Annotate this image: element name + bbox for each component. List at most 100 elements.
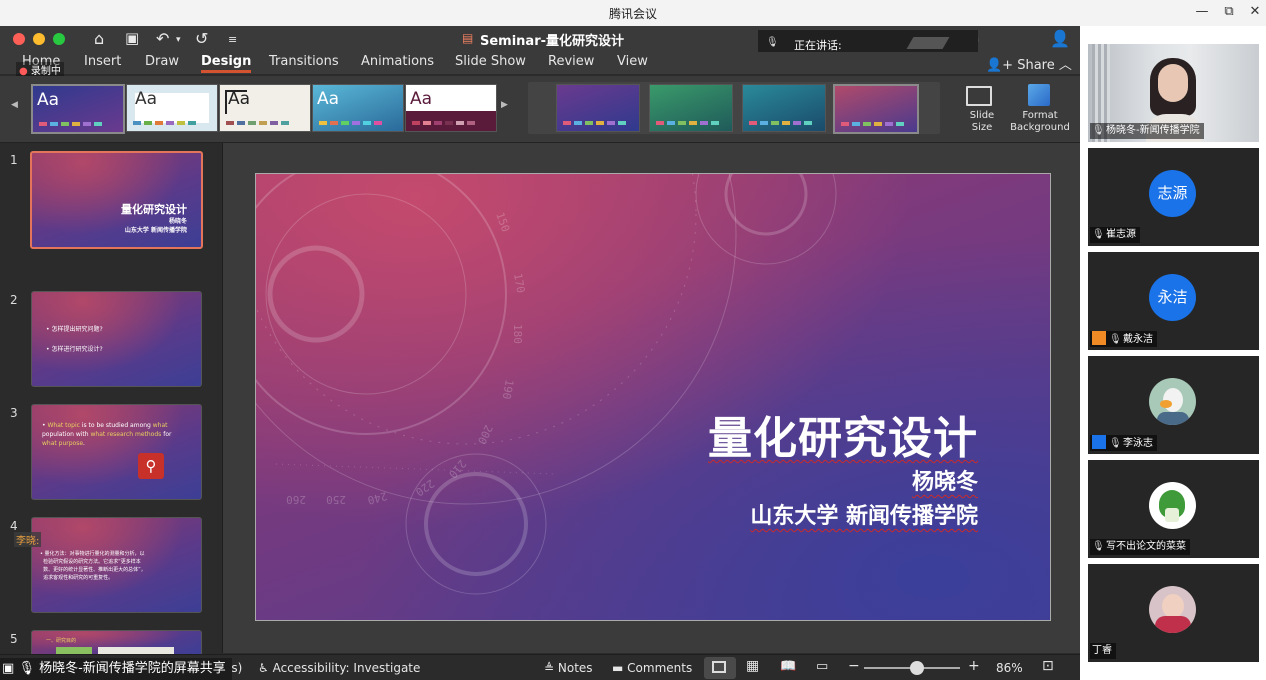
slide-thumbnail-panel[interactable]: 1 量化研究设计 杨晓冬 山东大学 新闻传播学院 2 • 怎样提出研究问题? •…: [0, 143, 223, 654]
design-ribbon: ◀ Aa Aa Aa Aa Aa ▶ Slide Size Format Bac…: [0, 76, 1080, 143]
muted-mic-icon: 🎙: [1092, 541, 1105, 552]
format-background-label: Format: [1022, 110, 1058, 121]
slide-size-icon: [966, 86, 992, 106]
tab-design[interactable]: Design: [201, 54, 252, 73]
slide-thumbnail-2[interactable]: • 怎样提出研究问题? • 怎样进行研究设计?: [31, 291, 202, 387]
participant-tile[interactable]: 丁睿: [1088, 564, 1259, 662]
customize-toolbar-icon[interactable]: ≡: [228, 33, 237, 46]
svg-text:260: 260: [286, 493, 306, 506]
theme-thumbnail[interactable]: Aa: [312, 84, 404, 132]
slide-size-button[interactable]: Slide Size: [962, 82, 1000, 138]
scroll-left-icon[interactable]: ◀: [11, 100, 18, 110]
mac-zoom-light[interactable]: [53, 33, 65, 45]
participant-tile[interactable]: 永洁 🎙戴永洁: [1088, 252, 1259, 350]
chevron-up-icon[interactable]: ︿: [1059, 58, 1072, 73]
variant-thumbnail[interactable]: [649, 84, 733, 132]
slide-thumbnail-3[interactable]: • What topic is to be studied among what…: [31, 404, 202, 500]
slide-affiliation[interactable]: 山东大学 新闻传播学院: [750, 498, 978, 530]
reading-view-icon[interactable]: 📖: [780, 659, 796, 674]
tab-transitions[interactable]: Transitions: [269, 54, 339, 69]
muted-mic-icon: 🎙: [766, 37, 779, 48]
document-title: Seminar-量化研究设计: [480, 34, 625, 49]
tab-draw[interactable]: Draw: [145, 54, 179, 69]
participant-tile[interactable]: 🎙杨晓冬-新闻传播学院: [1088, 44, 1259, 142]
theme-label: Aa: [317, 89, 340, 109]
undo-dropdown-icon[interactable]: ▾: [176, 35, 181, 45]
tab-slide-show[interactable]: Slide Show: [455, 54, 526, 69]
normal-view-button[interactable]: [704, 657, 736, 679]
thumb-bullet: • 怎样进行研究设计?: [46, 346, 103, 353]
zoom-slider-thumb[interactable]: [909, 661, 924, 675]
fit-to-window-icon[interactable]: ⊡: [1042, 658, 1054, 674]
speaker-name-redacted: [906, 37, 950, 49]
user-icon: [1092, 331, 1106, 345]
slide-thumbnail-1[interactable]: 量化研究设计 杨晓冬 山东大学 新闻传播学院: [30, 151, 203, 249]
tab-review[interactable]: Review: [548, 54, 594, 69]
save-icon[interactable]: ▣: [125, 29, 139, 47]
theme-thumbnail[interactable]: Aa: [31, 84, 125, 134]
participant-name-text: 写不出论文的菜菜: [1106, 541, 1186, 552]
participant-panel: 🎙杨晓冬-新闻传播学院 志源 🎙崔志源 永洁 🎙戴永洁 🎙李泳志 🎙写不出论文的…: [1080, 26, 1266, 680]
thumb-paragraph: • What topic is to be studied among what…: [42, 421, 182, 448]
thumb-text: What topic: [47, 422, 80, 429]
participant-tile[interactable]: 🎙写不出论文的菜菜: [1088, 460, 1259, 558]
add-person-icon: 👤+: [986, 58, 1018, 73]
zoom-level[interactable]: 86%: [996, 661, 1023, 675]
thumb-text: is to be studied among: [79, 422, 153, 429]
svg-text:180: 180: [511, 324, 524, 344]
thumb-text: what purpose: [42, 440, 84, 447]
slideshow-icon[interactable]: ▭: [816, 659, 828, 674]
svg-text:250: 250: [326, 493, 346, 506]
close-button[interactable]: ✕: [1245, 3, 1265, 21]
zoom-in-button[interactable]: +: [968, 658, 980, 674]
thumb-text: what research methods: [90, 431, 162, 438]
mac-close-light[interactable]: [13, 33, 25, 45]
variant-thumbnail[interactable]: [556, 84, 640, 132]
scroll-right-icon[interactable]: ▶: [501, 100, 508, 110]
slide-thumbnail-5[interactable]: 一、研究目的: [31, 630, 202, 654]
comments-button[interactable]: ▬ Comments: [612, 661, 692, 675]
participant-name-text: 丁睿: [1092, 645, 1112, 656]
accessibility-button[interactable]: ♿ Accessibility: Investigate: [258, 661, 420, 675]
ppt-file-icon: ▤: [462, 31, 474, 45]
share-button[interactable]: 👤+ Share ︿: [986, 54, 1072, 73]
slide-decoration: 150 170 180 190 200 210 220 240 250 260: [256, 174, 837, 595]
theme-thumbnail[interactable]: Aa: [126, 84, 218, 132]
slide-author[interactable]: 杨晓冬: [912, 464, 978, 496]
variant-thumbnail[interactable]: [742, 84, 826, 132]
redo-icon[interactable]: ↺: [195, 29, 208, 48]
slide-thumbnail-4[interactable]: • 量化方法：对事物进行量化的测量和分析，以 检验研究假设的研究方法。它追求“更…: [31, 517, 202, 613]
minimize-button[interactable]: —: [1192, 3, 1212, 21]
thumb-bullet: • 怎样提出研究问题?: [46, 326, 103, 333]
muted-mic-icon: 🎙: [1109, 334, 1122, 345]
notes-button[interactable]: ≜ Notes: [544, 661, 593, 675]
undo-icon[interactable]: ↶: [156, 29, 169, 48]
slide-number: 5: [10, 632, 18, 646]
participant-avatar: [1149, 482, 1196, 529]
theme-thumbnail[interactable]: Aa: [405, 84, 497, 132]
svg-text:240: 240: [366, 489, 389, 507]
theme-thumbnail[interactable]: Aa: [219, 84, 311, 132]
tab-animations[interactable]: Animations: [361, 54, 434, 69]
screen-share-label: 杨晓冬-新闻传播学院的屏幕共享: [39, 661, 226, 676]
zoom-out-button[interactable]: −: [848, 658, 860, 674]
recording-indicator[interactable]: ● 录制中: [16, 62, 64, 77]
tab-view[interactable]: View: [617, 54, 648, 69]
theme-label: Aa: [228, 89, 251, 109]
participant-avatar: [1149, 586, 1196, 633]
tab-insert[interactable]: Insert: [84, 54, 121, 69]
slide-title[interactable]: 量化研究设计: [708, 402, 978, 466]
mac-minimize-light[interactable]: [33, 33, 45, 45]
home-icon[interactable]: ⌂: [94, 29, 104, 48]
participant-tile[interactable]: 志源 🎙崔志源: [1088, 148, 1259, 246]
slide-sorter-icon[interactable]: ▦: [746, 658, 759, 674]
person-icon[interactable]: 👤: [1050, 29, 1070, 48]
participant-tile[interactable]: 🎙李泳志: [1088, 356, 1259, 454]
slide-number: 3: [10, 406, 18, 420]
magnifier-icon: ⚲: [138, 453, 164, 479]
format-background-button[interactable]: Format Background: [1008, 82, 1072, 138]
restore-button[interactable]: ⧉: [1219, 3, 1239, 21]
current-slide-canvas[interactable]: 150 170 180 190 200 210 220 240 250 260 …: [255, 173, 1051, 621]
variant-thumbnail-selected[interactable]: [833, 84, 919, 134]
comments-icon: ▬: [612, 661, 628, 675]
